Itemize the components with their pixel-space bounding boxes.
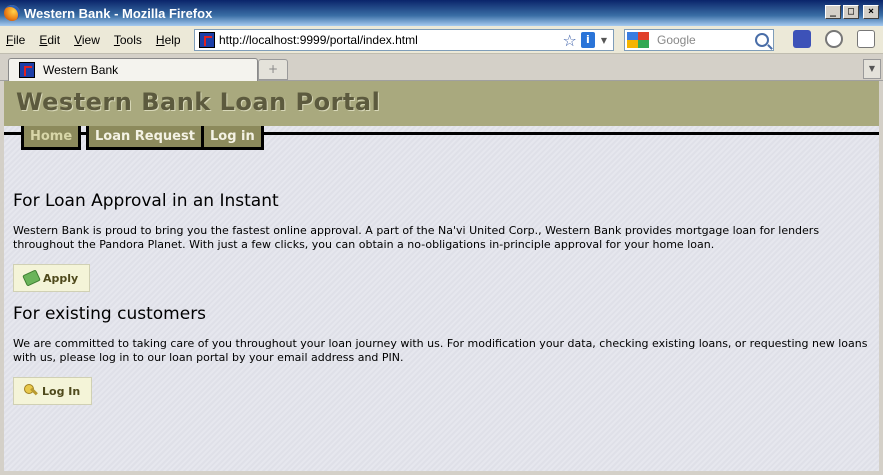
search-input[interactable]: Google (649, 33, 755, 47)
main-content: For Loan Approval in an Instant Western … (13, 191, 873, 417)
site-title: Western Bank Loan Portal (16, 88, 381, 116)
window-titlebar: Western Bank - Mozilla Firefox _ □ × (0, 0, 883, 26)
tab-list-button[interactable]: ▼ (863, 59, 881, 79)
close-button[interactable]: × (863, 5, 879, 19)
section-text-approval: Western Bank is proud to bring you the f… (13, 224, 820, 251)
window-frame-bottom (0, 471, 883, 475)
menu-file[interactable]: File (6, 33, 25, 47)
history-icon[interactable] (825, 30, 843, 48)
login-button[interactable]: Log In (13, 377, 93, 405)
info-icon[interactable]: i (580, 32, 595, 48)
nav-loan-request[interactable]: Loan Request (86, 126, 204, 150)
minimize-button[interactable]: _ (825, 5, 841, 19)
menu-view[interactable]: View (74, 33, 100, 47)
apply-button-label: Apply (43, 271, 79, 285)
nav-home[interactable]: Home (21, 126, 82, 150)
window-frame-right (879, 81, 883, 475)
tab-western-bank[interactable]: Western Bank (8, 58, 258, 81)
url-dropdown-icon[interactable]: ▼ (601, 36, 607, 45)
search-box[interactable]: Google (624, 29, 774, 51)
window-title: Western Bank - Mozilla Firefox (24, 5, 213, 21)
money-icon (22, 269, 41, 287)
url-text[interactable]: http://localhost:9999/portal/index.html (219, 33, 563, 47)
menu-bar: File Edit View Tools Help (0, 33, 195, 47)
section-text-existing: We are committed to taking care of you t… (13, 337, 868, 364)
site-header: Western Bank Loan Portal (4, 81, 879, 126)
tab-bar: Western Bank + ▼ (0, 55, 883, 81)
menu-toolbar: File Edit View Tools Help http://localho… (0, 26, 883, 54)
maximize-button[interactable]: □ (843, 5, 859, 19)
bookmarks-icon[interactable] (793, 30, 811, 48)
apply-button[interactable]: Apply (13, 264, 91, 292)
tab-favicon-icon (19, 62, 35, 78)
login-button-label: Log In (42, 384, 81, 398)
url-bar[interactable]: http://localhost:9999/portal/index.html … (194, 29, 614, 51)
toolbar-icons (793, 30, 875, 48)
site-nav: Home Loan Request Log in (4, 126, 879, 152)
firefox-icon (4, 5, 20, 21)
section-title-existing: For existing customers (13, 304, 207, 324)
menu-help[interactable]: Help (156, 33, 181, 47)
site-favicon-icon (199, 32, 215, 48)
menu-edit[interactable]: Edit (39, 33, 60, 47)
nav-log-in[interactable]: Log in (201, 126, 264, 150)
window-controls: _ □ × (825, 5, 879, 19)
page-menu-icon[interactable] (857, 30, 875, 48)
new-tab-button[interactable]: + (258, 59, 288, 80)
key-icon (24, 384, 38, 398)
menu-tools[interactable]: Tools (114, 33, 142, 47)
page-viewport: Western Bank Loan Portal Home Loan Reque… (4, 81, 879, 471)
google-icon[interactable] (627, 32, 649, 48)
section-title-approval: For Loan Approval in an Instant (13, 191, 279, 211)
bookmark-star-icon[interactable]: ☆ (563, 31, 577, 50)
tab-label: Western Bank (43, 63, 119, 77)
search-icon[interactable] (755, 33, 769, 47)
